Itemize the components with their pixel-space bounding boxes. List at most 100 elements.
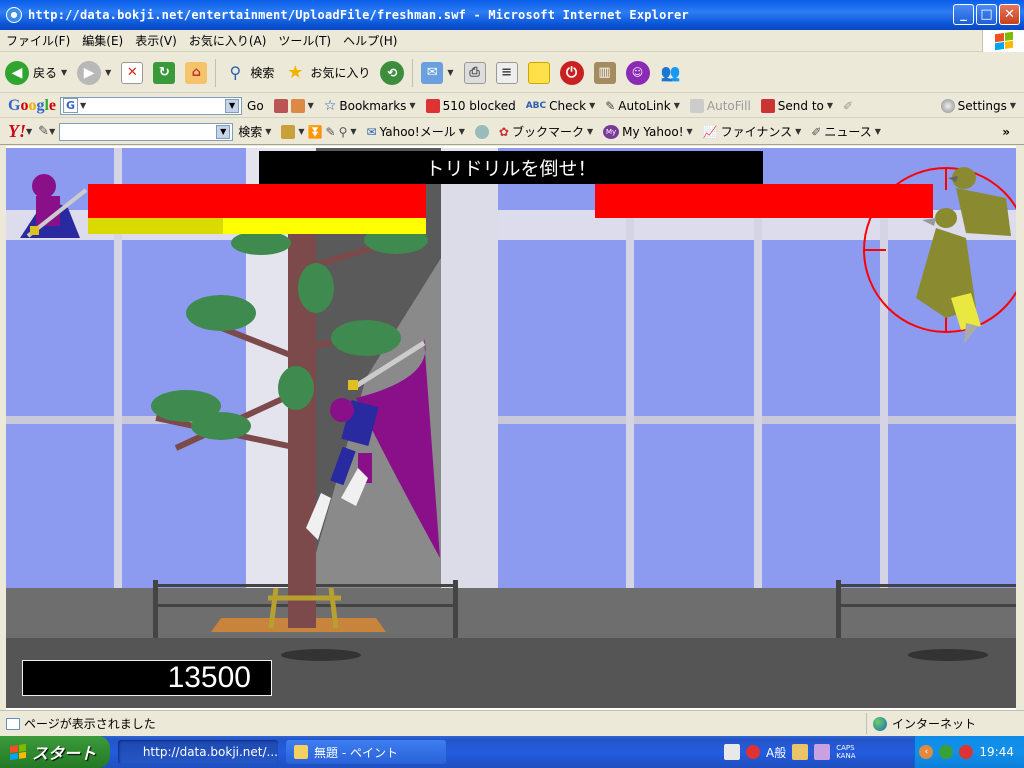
mail-button[interactable]: ✉ ▼	[416, 56, 458, 90]
task-label: http://data.bokji.net/...	[142, 745, 278, 759]
msn-messenger-button[interactable]: 👥	[655, 56, 687, 90]
keyboard-icon[interactable]	[724, 744, 740, 760]
news-label: ニュース	[824, 125, 872, 139]
my-yahoo-label: My Yahoo!	[622, 124, 684, 139]
minimize-button[interactable]: _	[953, 4, 974, 25]
yahoo-history-dropdown-icon[interactable]: ▼	[216, 124, 231, 139]
google-settings-button[interactable]: Settings ▼	[936, 98, 1024, 113]
menu-help[interactable]: ヘルプ(H)	[337, 32, 403, 49]
boss-shadow	[908, 649, 988, 661]
spellcheck-icon: ABC	[525, 100, 547, 111]
window-titlebar[interactable]: http://data.bokji.net/entertainment/Uplo…	[0, 0, 1024, 30]
spellcheck-button[interactable]: ABC Check ▼	[521, 99, 601, 113]
start-label: スタート	[32, 744, 97, 763]
google-go-button[interactable]: Go	[242, 99, 269, 113]
check-dropdown-icon: ▼	[589, 101, 596, 110]
menu-edit[interactable]: 編集(E)	[76, 32, 129, 49]
yahoo-mail-button[interactable]: ✉ Yahoo!メール ▼	[362, 123, 470, 140]
autolink-button[interactable]: ✎ AutoLink ▼	[600, 99, 685, 113]
research-button[interactable]: ⏻	[555, 56, 589, 90]
autofill-icon	[689, 98, 704, 113]
yahoo-messenger-button[interactable]: ☺	[621, 56, 655, 90]
search-button[interactable]: ⚲ 検索	[219, 56, 279, 90]
messenger-tray-icon[interactable]	[939, 745, 954, 759]
yahoo-face-icon: ☺	[625, 60, 650, 85]
google-engine-button[interactable]: G	[63, 98, 79, 113]
settings-gear-icon	[940, 98, 955, 113]
yahoo-pencil-icon[interactable]: ✎	[38, 124, 49, 139]
windows-logo	[982, 30, 1024, 52]
messenger-button[interactable]: ▥	[589, 56, 621, 90]
stop-button[interactable]: ✕	[116, 56, 148, 90]
close-button[interactable]: ✕	[999, 4, 1020, 25]
edit-button[interactable]: ≡	[491, 56, 523, 90]
yahoo-bookmark-button[interactable]: ✿ ブックマーク ▼	[494, 123, 598, 140]
clock[interactable]: 19:44	[979, 745, 1014, 759]
check-label: Check	[549, 98, 587, 113]
yahoo-finance-button[interactable]: 📈 ファイナンス ▼	[698, 123, 807, 140]
yahoo-tools-button[interactable]: ▼ ⏬ ✎ ⚲ ▼	[276, 124, 361, 139]
yahoo-zoom-dropdown-icon: ▼	[350, 127, 357, 136]
autofill-button[interactable]: AutoFill	[685, 98, 756, 113]
taskbar-item-paint[interactable]: 無題 - ペイント	[286, 740, 446, 764]
bookmarks-dropdown-icon: ▼	[409, 101, 416, 110]
yahoo-highlight-icon: ✎	[325, 124, 336, 139]
home-button[interactable]: ⌂	[180, 56, 212, 90]
menu-file[interactable]: ファイル(F)	[0, 32, 76, 49]
page-done-icon	[6, 717, 20, 730]
print-icon: ⎙	[463, 61, 486, 84]
google-bookmarks-button[interactable]: ☆ Bookmarks ▼	[319, 98, 421, 114]
task-label: 無題 - ペイント	[314, 745, 398, 760]
yahoo-logo[interactable]: Y!	[0, 121, 26, 142]
menu-tools[interactable]: ツール(T)	[272, 32, 337, 49]
start-button[interactable]: スタート	[0, 736, 110, 768]
refresh-button[interactable]: ↻	[148, 56, 180, 90]
yahoo-pencil-dropdown-icon[interactable]: ▼	[49, 127, 55, 136]
yahoo-logo-dropdown-icon[interactable]: ▼	[26, 127, 32, 136]
google-search-input[interactable]: G ▼ ▼	[60, 96, 243, 115]
print-button[interactable]: ⎙	[459, 56, 491, 90]
bookmark-star-icon: ☆	[323, 97, 337, 114]
menu-view[interactable]: 表示(V)	[129, 32, 183, 49]
maximize-button[interactable]: □	[976, 4, 997, 25]
yahoo-more-button[interactable]: »	[997, 125, 1024, 139]
yahoo-search-button[interactable]: 検索 ▼	[233, 123, 276, 140]
yahoo-star-button[interactable]	[470, 124, 494, 139]
ime-dictionary-icon[interactable]	[814, 744, 831, 760]
taskbar-item-ie[interactable]: http://data.bokji.net/...	[118, 740, 278, 764]
security-zone[interactable]: インターネット	[866, 713, 1020, 734]
tray-expand-icon[interactable]: ‹	[919, 745, 934, 759]
notes-button[interactable]	[523, 56, 555, 90]
yahoo-search-input[interactable]: ▼	[59, 122, 234, 141]
window-frame	[754, 218, 762, 588]
standard-toolbar: ◀ 戻る ▼ ▶ ▼ ✕ ↻ ⌂ ⚲ 検索 ★ お気に入り ⟲ ✉ ▼ ⎙ ≡ …	[0, 53, 1024, 93]
popup-blocker-button[interactable]: 510 blocked	[421, 98, 521, 113]
sendto-button[interactable]: Send to ▼	[756, 98, 838, 113]
ime-mode-label[interactable]: A般	[766, 744, 786, 761]
forward-button[interactable]: ▶ ▼	[72, 56, 116, 90]
google-toolbar: Google G ▼ ▼ Go ▼ ☆ Bookmarks ▼ 510 bloc…	[0, 94, 1024, 118]
my-yahoo-button[interactable]: My My Yahoo! ▼	[598, 124, 698, 139]
mail-dropdown-icon[interactable]: ▼	[447, 68, 453, 77]
ime-tool-icon[interactable]	[792, 744, 809, 760]
back-dropdown-icon[interactable]: ▼	[61, 68, 67, 77]
ime-icon[interactable]	[746, 745, 760, 759]
forward-arrow-icon: ▶	[77, 60, 102, 85]
google-engine-dropdown-icon[interactable]: ▼	[80, 101, 86, 110]
history-button[interactable]: ⟲	[375, 56, 409, 90]
favorites-label: お気に入り	[310, 66, 371, 80]
back-button[interactable]: ◀ 戻る ▼	[0, 56, 72, 90]
highlight-button[interactable]: ✐	[838, 99, 858, 113]
settings-label: Settings	[957, 98, 1007, 113]
window-title: http://data.bokji.net/entertainment/Uplo…	[28, 8, 689, 22]
menu-favorites[interactable]: お気に入り(A)	[183, 32, 273, 49]
autolink-wand-icon: ✎	[605, 98, 616, 113]
google-tools-button[interactable]: ▼	[269, 98, 319, 113]
google-history-dropdown-icon[interactable]: ▼	[225, 98, 240, 113]
favorites-button[interactable]: ★ お気に入り	[279, 56, 375, 90]
flash-game-canvas[interactable]: トリドリルを倒せ！ 13500	[6, 148, 1016, 708]
forward-dropdown-icon[interactable]: ▼	[105, 68, 111, 77]
security-tray-icon[interactable]	[959, 745, 974, 759]
yahoo-news-button[interactable]: ✐ ニュース ▼	[806, 123, 886, 140]
library-icon: ▥	[593, 61, 616, 84]
